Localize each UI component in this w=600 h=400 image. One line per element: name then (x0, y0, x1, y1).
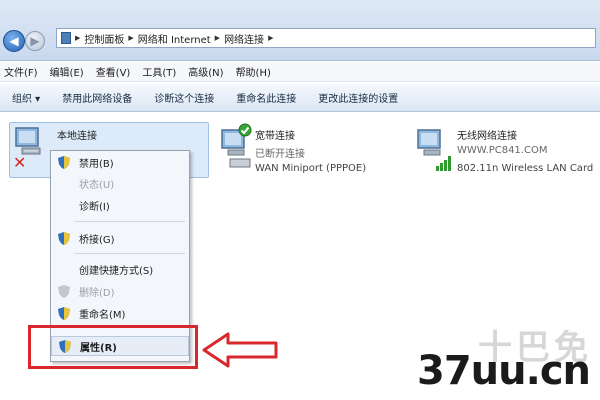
broadband-connection-status: 已断开连接 (255, 149, 305, 160)
command-toolbar: 组织 ▾ 禁用此网络设备 诊断这个连接 重命名此连接 更改此连接的设置 (0, 84, 600, 112)
menu-item-bridge[interactable]: 桥接(G) (51, 228, 189, 248)
menu-item-label: 状态(U) (79, 179, 115, 191)
highlight-box (28, 325, 198, 369)
diagnose-button[interactable]: 诊断这个连接 (154, 90, 214, 105)
connected-check-icon (238, 123, 252, 137)
menu-help[interactable]: 帮助(H) (236, 64, 271, 79)
arrow-left-icon: ◀ (9, 34, 19, 48)
menu-file[interactable]: 文件(F) (4, 64, 38, 79)
local-connection-name: 本地连接 (57, 131, 97, 142)
disconnected-x-icon: ✕ (13, 153, 27, 172)
chevron-right-icon: ▶ (75, 34, 81, 42)
menu-bar: 文件(F) 编辑(E) 查看(V) 工具(T) 高级(N) 帮助(H) (0, 62, 600, 82)
broadband-connection-name: 宽带连接 (255, 131, 295, 142)
network-folder-icon (61, 32, 71, 44)
menu-view[interactable]: 查看(V) (96, 64, 131, 79)
menu-divider (75, 253, 185, 254)
uac-shield-icon (58, 307, 70, 320)
menu-tools[interactable]: 工具(T) (142, 64, 176, 79)
menu-item-create-shortcut[interactable]: 创建快捷方式(S) (51, 259, 189, 279)
signal-strength-icon (436, 156, 451, 171)
menu-item-status[interactable]: 状态(U) (51, 173, 189, 193)
broadband-connection-device: WAN Miniport (PPPOE) (255, 163, 367, 174)
menu-item-disable[interactable]: 禁用(B) (51, 152, 189, 172)
breadcrumb-network-internet[interactable]: 网络和 Internet (138, 31, 211, 46)
address-bar[interactable]: ▶ 控制面板 ▶ 网络和 Internet ▶ 网络连接 ▶ (56, 28, 596, 48)
menu-item-label: 重命名(M) (79, 309, 126, 321)
menu-item-diagnose[interactable]: 诊断(I) (51, 195, 189, 215)
disable-device-button[interactable]: 禁用此网络设备 (62, 90, 132, 105)
menu-item-label: 禁用(B) (79, 158, 114, 170)
pointing-arrow-icon (202, 332, 278, 368)
menu-item-delete[interactable]: 删除(D) (51, 281, 189, 301)
organize-button[interactable]: 组织 ▾ (12, 90, 40, 105)
wireless-connection-device: 802.11n Wireless LAN Card (457, 163, 594, 174)
menu-advanced[interactable]: 高级(N) (188, 64, 223, 79)
wireless-connection-status: WWW.PC841.COM (457, 145, 548, 156)
back-button[interactable]: ◀ (3, 30, 25, 52)
menu-divider (75, 221, 185, 222)
wireless-connection-name: 无线网络连接 (457, 131, 517, 142)
change-settings-button[interactable]: 更改此连接的设置 (318, 90, 398, 105)
site-watermark: 37uu.cn (417, 348, 591, 394)
breadcrumb-control-panel[interactable]: 控制面板 (84, 31, 124, 46)
uac-shield-icon (58, 232, 70, 245)
menu-item-label: 诊断(I) (79, 201, 110, 213)
forward-button[interactable]: ▶ (25, 31, 45, 51)
chevron-right-icon: ▶ (128, 34, 134, 42)
uac-shield-icon (58, 285, 70, 298)
rename-button[interactable]: 重命名此连接 (236, 90, 296, 105)
menu-item-label: 删除(D) (79, 287, 115, 299)
chevron-right-icon: ▶ (214, 34, 221, 42)
menu-edit[interactable]: 编辑(E) (50, 64, 84, 79)
arrow-right-icon: ▶ (30, 34, 40, 48)
chevron-right-icon: ▶ (268, 34, 274, 42)
uac-shield-icon (58, 156, 70, 169)
breadcrumb-network-connections[interactable]: 网络连接 (224, 31, 264, 46)
menu-item-label: 创建快捷方式(S) (79, 265, 154, 277)
menu-item-label: 桥接(G) (79, 234, 115, 246)
menu-item-rename[interactable]: 重命名(M) (51, 303, 189, 323)
